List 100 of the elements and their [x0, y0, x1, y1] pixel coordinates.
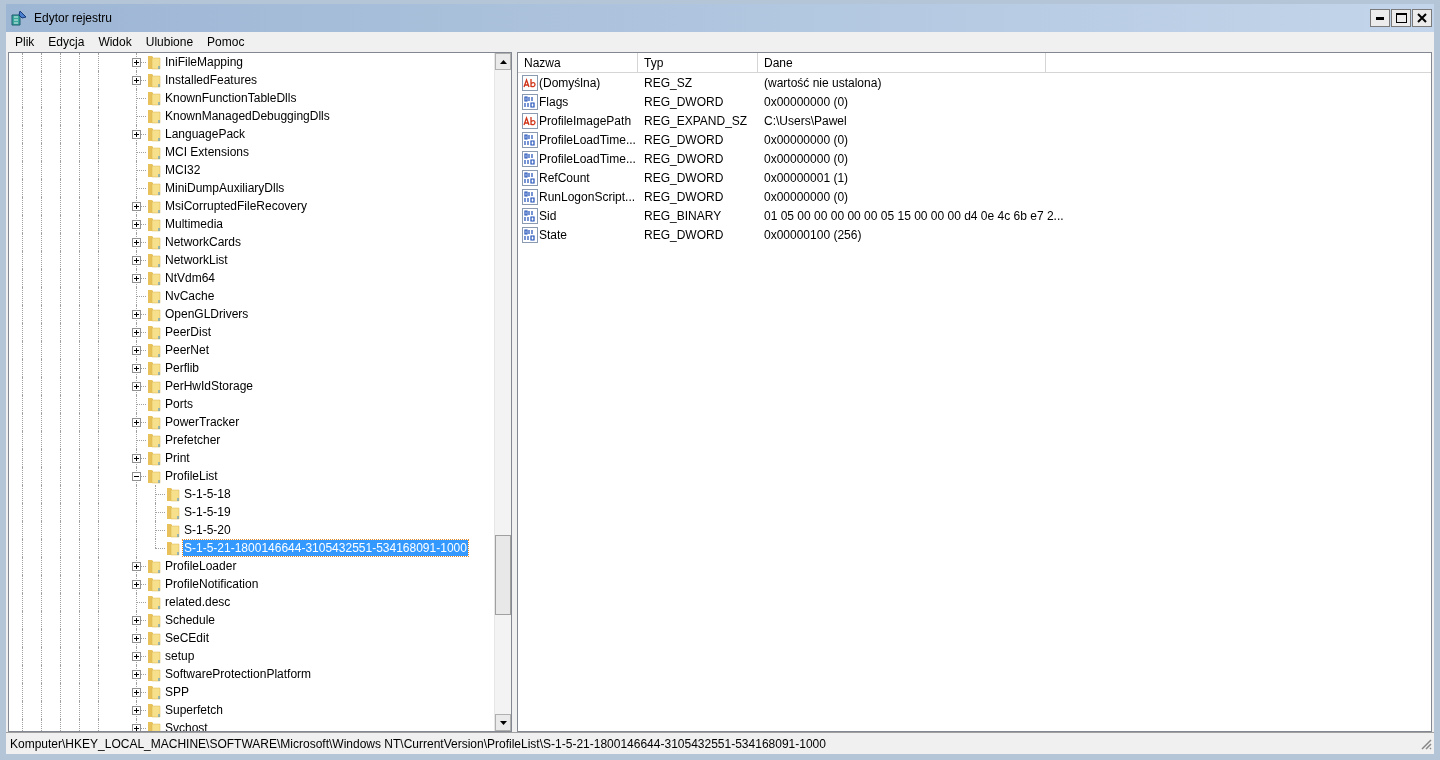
scrollbar[interactable]: [494, 53, 511, 731]
expand-toggle[interactable]: [132, 364, 141, 373]
menu-item[interactable]: Plik: [8, 33, 42, 51]
down-arrow-icon: [499, 720, 507, 725]
binary-value-icon: [522, 188, 538, 205]
tree-item[interactable]: PowerTracker: [164, 414, 241, 430]
tree-item[interactable]: S-1-5-19: [183, 504, 232, 520]
expand-toggle[interactable]: [132, 454, 141, 463]
tree-item[interactable]: SeCEdit: [164, 630, 211, 646]
expand-toggle[interactable]: [132, 58, 141, 67]
scroll-up-button[interactable]: [495, 53, 511, 70]
minimize-button[interactable]: [1370, 9, 1390, 27]
tree-item[interactable]: MsiCorruptedFileRecovery: [164, 198, 309, 214]
tree-item[interactable]: NetworkCards: [164, 234, 243, 250]
window-title: Edytor rejestru: [34, 10, 113, 27]
tree-item[interactable]: SoftwareProtectionPlatform: [164, 666, 313, 682]
menu-item[interactable]: Widok: [91, 33, 139, 51]
tree-item[interactable]: related.desc: [164, 594, 232, 610]
tree-item[interactable]: IniFileMapping: [164, 54, 245, 70]
value-name[interactable]: ProfileImagePath: [539, 111, 632, 130]
expand-toggle[interactable]: [132, 418, 141, 427]
tree-item[interactable]: NvCache: [164, 288, 216, 304]
expand-toggle[interactable]: [132, 310, 141, 319]
value-name[interactable]: RunLogonScript...: [539, 187, 636, 206]
expand-toggle[interactable]: [132, 76, 141, 85]
tree-item[interactable]: InstalledFeatures: [164, 72, 259, 88]
expand-toggle[interactable]: [132, 202, 141, 211]
tree-item[interactable]: MCI Extensions: [164, 144, 251, 160]
folder-icon: [146, 576, 162, 592]
tree-item[interactable]: Prefetcher: [164, 432, 222, 448]
tree-item[interactable]: MiniDumpAuxiliaryDlls: [164, 180, 286, 196]
folder-icon: [146, 108, 162, 124]
tree-item[interactable]: OpenGLDrivers: [164, 306, 250, 322]
tree-item[interactable]: Schedule: [164, 612, 217, 628]
value-data: 0x00000001 (1): [763, 169, 850, 187]
value-name[interactable]: Flags: [539, 92, 569, 111]
value-name[interactable]: ProfileLoadTime...: [539, 149, 636, 168]
tree-item[interactable]: Ports: [164, 396, 194, 412]
folder-icon: [146, 558, 162, 574]
folder-icon: [146, 324, 162, 340]
tree-item[interactable]: PeerDist: [164, 324, 212, 340]
expand-toggle[interactable]: [132, 706, 141, 715]
value-name[interactable]: (Domyślna): [539, 73, 601, 92]
value-type: REG_BINARY: [643, 207, 723, 225]
tree-item[interactable]: ProfileNotification: [164, 576, 260, 592]
menu-item[interactable]: Ulubione: [138, 33, 201, 51]
tree-item[interactable]: S-1-5-20: [183, 522, 232, 538]
tree-item[interactable]: MCI32: [164, 162, 202, 178]
value-data: 0x00000000 (0): [763, 131, 850, 149]
tree-item[interactable]: KnownFunctionTableDlls: [164, 90, 298, 106]
maximize-button[interactable]: [1391, 9, 1411, 27]
menu-item[interactable]: Pomoc: [200, 33, 252, 51]
scroll-thumb[interactable]: [495, 535, 511, 615]
folder-icon: [146, 180, 162, 196]
tree-item[interactable]: LanguagePack: [164, 126, 247, 142]
tree-item[interactable]: PeerNet: [164, 342, 211, 358]
expand-toggle[interactable]: [132, 274, 141, 283]
value-name[interactable]: RefCount: [539, 168, 590, 187]
expand-toggle[interactable]: [132, 652, 141, 661]
tree-item[interactable]: SPP: [164, 684, 190, 700]
collapse-toggle[interactable]: [132, 472, 141, 481]
binary-value-icon: [522, 226, 538, 243]
tree-item[interactable]: Perflib: [164, 360, 200, 376]
expand-toggle[interactable]: [132, 634, 141, 643]
value-name[interactable]: ProfileLoadTime...: [539, 130, 636, 149]
folder-icon: [146, 612, 162, 628]
expand-toggle[interactable]: [132, 256, 141, 265]
value-type: REG_DWORD: [643, 93, 725, 111]
folder-icon: [146, 396, 162, 412]
tree-item[interactable]: ProfileList: [164, 468, 219, 484]
expand-toggle[interactable]: [132, 688, 141, 697]
expand-toggle[interactable]: [132, 382, 141, 391]
tree-item[interactable]: PerHwIdStorage: [164, 378, 255, 394]
tree-item[interactable]: NetworkList: [164, 252, 229, 268]
folder-icon: [146, 288, 162, 304]
tree-item[interactable]: Print: [164, 450, 191, 466]
expand-toggle[interactable]: [132, 328, 141, 337]
expand-toggle[interactable]: [132, 130, 141, 139]
close-button[interactable]: [1412, 9, 1432, 27]
tree-item[interactable]: S-1-5-18: [183, 486, 232, 502]
expand-toggle[interactable]: [132, 220, 141, 229]
tree-item[interactable]: Superfetch: [164, 702, 225, 718]
expand-toggle[interactable]: [132, 238, 141, 247]
folder-icon: [146, 144, 162, 160]
value-name[interactable]: Sid: [539, 206, 557, 225]
expand-toggle[interactable]: [132, 562, 141, 571]
tree-item[interactable]: KnownManagedDebuggingDlls: [164, 108, 331, 124]
tree-item[interactable]: Multimedia: [164, 216, 225, 232]
tree-item[interactable]: ProfileLoader: [164, 558, 238, 574]
value-name[interactable]: State: [539, 225, 568, 244]
expand-toggle[interactable]: [132, 346, 141, 355]
folder-icon: [146, 684, 162, 700]
tree-item[interactable]: NtVdm64: [164, 270, 217, 286]
expand-toggle[interactable]: [132, 580, 141, 589]
value-data: 0x00000000 (0): [763, 150, 850, 168]
expand-toggle[interactable]: [132, 616, 141, 625]
tree-item[interactable]: setup: [164, 648, 196, 664]
expand-toggle[interactable]: [132, 670, 141, 679]
menu-item[interactable]: Edycja: [41, 33, 92, 51]
scroll-down-button[interactable]: [495, 714, 511, 731]
